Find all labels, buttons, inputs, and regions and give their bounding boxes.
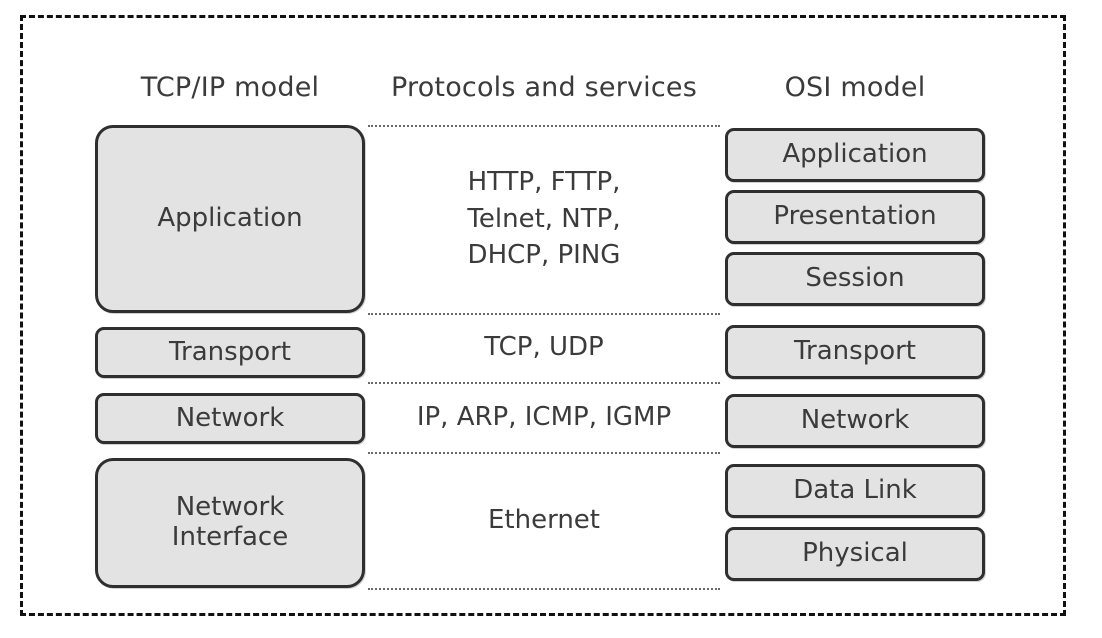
protocols-network: IP, ARP, ICMP, IGMP xyxy=(416,401,672,432)
column-header-tcpip: TCP/IP model xyxy=(140,72,320,103)
diagram-canvas: TCP/IP model Protocols and services OSI … xyxy=(0,0,1102,638)
band-separator-5 xyxy=(368,588,720,590)
protocols-application: HTTP, FTTP, Telnet, NTP, DHCP, PING xyxy=(467,166,621,271)
tcpip-layer-transport[interactable]: Transport xyxy=(95,327,365,378)
tcpip-layer-network[interactable]: Network xyxy=(95,393,365,444)
osi-layer-session[interactable]: Session xyxy=(725,252,985,306)
tcpip-layer-application[interactable]: Application xyxy=(95,125,365,313)
protocols-transport: TCP, UDP xyxy=(484,332,604,363)
osi-layer-presentation[interactable]: Presentation xyxy=(725,190,985,244)
column-header-osi: OSI model xyxy=(784,72,926,103)
osi-layer-physical[interactable]: Physical xyxy=(725,527,985,581)
osi-layer-transport[interactable]: Transport xyxy=(725,325,985,379)
osi-layer-data-link[interactable]: Data Link xyxy=(725,464,985,518)
column-header-protocols: Protocols and services xyxy=(390,72,697,103)
tcpip-layer-network-interface[interactable]: Network Interface xyxy=(95,458,365,588)
protocols-network-interface: Ethernet xyxy=(488,504,600,535)
osi-layer-application[interactable]: Application xyxy=(725,128,985,182)
osi-layer-network[interactable]: Network xyxy=(725,394,985,448)
